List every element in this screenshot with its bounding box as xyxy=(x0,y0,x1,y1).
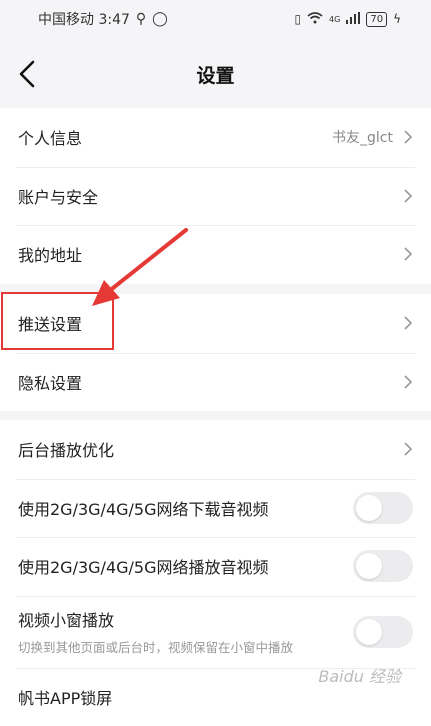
vibrate-icon: ▯ xyxy=(294,12,301,26)
settings-row-privacy[interactable]: 隐私设置 xyxy=(0,353,431,412)
settings-row-push[interactable]: 推送设置 xyxy=(0,294,431,353)
settings-row-mini-window: 视频小窗播放 切换到其他页面或后台时，视频保留在小窗中播放 xyxy=(0,596,431,668)
nav-bar: 设置 xyxy=(0,44,431,104)
settings-row-label: 账户与安全 xyxy=(18,184,403,208)
play-mobile-toggle[interactable] xyxy=(353,550,413,582)
settings-row-label: 使用2G/3G/4G/5G网络播放音视频 xyxy=(18,554,353,578)
mini-window-toggle[interactable] xyxy=(353,616,413,648)
chevron-right-icon xyxy=(403,129,413,145)
chevron-right-icon xyxy=(403,441,413,457)
settings-row-label: 个人信息 xyxy=(18,125,332,149)
chevron-right-icon xyxy=(403,374,413,390)
settings-row-play-mobile: 使用2G/3G/4G/5G网络播放音视频 xyxy=(0,537,431,596)
wifi-icon xyxy=(307,12,323,27)
signal-icon xyxy=(346,12,360,27)
battery-icon: 70 xyxy=(366,12,387,27)
chevron-left-icon xyxy=(16,58,40,90)
carrier-time: 中国移动 3:47 xyxy=(38,9,130,29)
settings-row-description: 切换到其他页面或后台时，视频保留在小窗中播放 xyxy=(18,637,353,656)
settings-row-lock-screen[interactable]: 帆书APP锁屏 xyxy=(0,668,431,726)
settings-row-label: 帆书APP锁屏 xyxy=(18,685,413,709)
settings-row-profile[interactable]: 个人信息 书友_glct xyxy=(0,108,431,167)
settings-row-background-play[interactable]: 后台播放优化 xyxy=(0,420,431,479)
username-value: 书友_glct xyxy=(332,127,393,147)
status-left: 中国移动 3:47 ⚲ ◯ xyxy=(38,9,168,29)
settings-group-notifications: 推送设置 隐私设置 xyxy=(0,294,431,411)
settings-row-account-security[interactable]: 账户与安全 xyxy=(0,167,431,226)
sync-icon: ◯ xyxy=(152,11,168,27)
chevron-right-icon xyxy=(403,315,413,331)
toggle-knob xyxy=(356,553,382,579)
network-type-label: 4G xyxy=(329,15,340,24)
status-bar: 中国移动 3:47 ⚲ ◯ ▯ 4G 70 ϟ xyxy=(0,0,431,38)
back-button[interactable] xyxy=(16,58,40,90)
usb-icon: ⚲ xyxy=(136,11,146,27)
toggle-knob xyxy=(356,495,382,521)
settings-row-download-mobile: 使用2G/3G/4G/5G网络下载音视频 xyxy=(0,479,431,538)
settings-row-label: 使用2G/3G/4G/5G网络下载音视频 xyxy=(18,496,353,520)
settings-row-label: 隐私设置 xyxy=(18,370,403,394)
settings-group-account: 个人信息 书友_glct 账户与安全 我的地址 xyxy=(0,108,431,284)
download-mobile-toggle[interactable] xyxy=(353,492,413,524)
chevron-right-icon xyxy=(403,188,413,204)
mini-window-text: 视频小窗播放 切换到其他页面或后台时，视频保留在小窗中播放 xyxy=(18,607,353,656)
settings-row-label: 后台播放优化 xyxy=(18,437,403,461)
settings-row-label: 我的地址 xyxy=(18,242,403,266)
settings-group-playback: 后台播放优化 使用2G/3G/4G/5G网络下载音视频 使用2G/3G/4G/5… xyxy=(0,420,431,726)
page-title: 设置 xyxy=(196,61,234,88)
status-right: ▯ 4G 70 ϟ xyxy=(294,12,401,27)
settings-row-label: 推送设置 xyxy=(18,311,403,335)
settings-row-label: 视频小窗播放 xyxy=(18,607,353,631)
charging-icon: ϟ xyxy=(393,12,401,26)
settings-row-address[interactable]: 我的地址 xyxy=(0,225,431,284)
toggle-knob xyxy=(356,619,382,645)
chevron-right-icon xyxy=(403,246,413,262)
